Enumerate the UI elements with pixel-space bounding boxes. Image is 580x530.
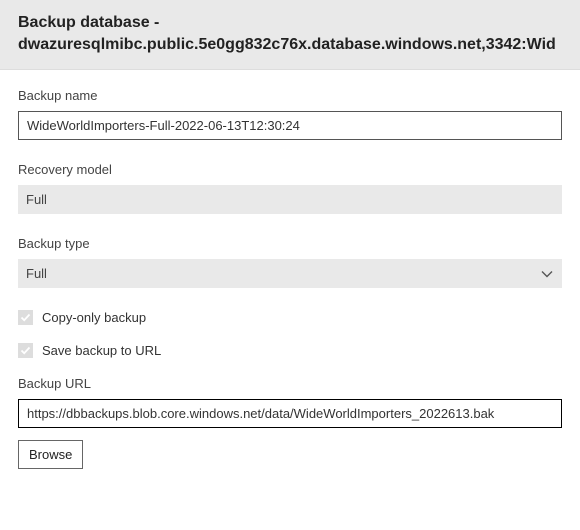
backup-type-value: Full: [26, 266, 47, 281]
backup-name-input[interactable]: [18, 111, 562, 140]
copy-only-label: Copy-only backup: [42, 310, 146, 325]
title-line-1: Backup database -: [18, 14, 159, 31]
dialog-title: Backup database - dwazuresqlmibc.public.…: [18, 12, 562, 55]
recovery-model-value: Full: [18, 185, 562, 214]
recovery-model-label: Recovery model: [18, 162, 562, 177]
save-to-url-row: Save backup to URL: [18, 343, 562, 358]
backup-name-label: Backup name: [18, 88, 562, 103]
backup-type-select[interactable]: Full: [18, 259, 562, 288]
save-to-url-label: Save backup to URL: [42, 343, 161, 358]
chevron-down-icon: [540, 267, 554, 281]
dialog-header: Backup database - dwazuresqlmibc.public.…: [0, 0, 580, 70]
backup-url-label: Backup URL: [18, 376, 562, 391]
copy-only-checkbox[interactable]: [18, 310, 33, 325]
title-line-2: dwazuresqlmibc.public.5e0gg832c76x.datab…: [18, 36, 556, 53]
dialog-content: Backup name Recovery model Full Backup t…: [0, 70, 580, 469]
backup-type-label: Backup type: [18, 236, 562, 251]
copy-only-row: Copy-only backup: [18, 310, 562, 325]
recovery-model-field: Recovery model Full: [18, 162, 562, 214]
backup-type-field: Backup type Full: [18, 236, 562, 288]
backup-name-field: Backup name: [18, 88, 562, 140]
backup-url-input[interactable]: [18, 399, 562, 428]
save-to-url-checkbox[interactable]: [18, 343, 33, 358]
backup-url-field: Backup URL: [18, 376, 562, 428]
browse-button[interactable]: Browse: [18, 440, 83, 469]
